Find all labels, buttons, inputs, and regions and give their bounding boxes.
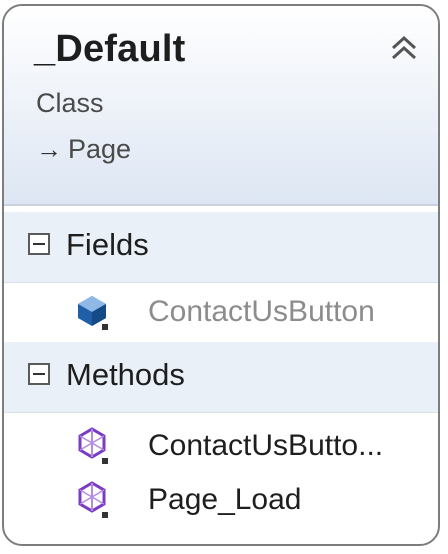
method-name: ContactUsButto... [148,429,384,462]
field-item[interactable]: ContactUsButton [74,284,428,340]
method-icon [78,481,108,518]
section-methods[interactable]: Methods [4,342,438,413]
base-class-label: Page [68,134,132,164]
collapse-toggle-icon[interactable] [28,363,50,385]
section-label-methods: Methods [66,357,185,392]
base-class-row: → Page [36,134,131,165]
method-name: Page_Load [148,483,302,516]
collapse-chevrons-icon[interactable] [386,30,422,66]
method-icon [78,427,108,464]
method-item[interactable]: Page_Load [74,472,428,528]
class-kind-label: Class [36,88,104,118]
class-header[interactable]: _Default Class → Page [4,6,438,206]
class-shape[interactable]: _Default Class → Page Fields ContactUsBu… [2,4,440,546]
inheritance-arrow-icon: → [36,134,62,164]
field-icon [78,296,108,330]
section-fields[interactable]: Fields [4,212,438,283]
field-name: ContactUsButton [148,295,375,328]
collapse-toggle-icon[interactable] [28,233,50,255]
class-title: _Default [34,28,186,70]
section-label-fields: Fields [66,227,149,262]
method-item[interactable]: ContactUsButto... [74,418,428,474]
